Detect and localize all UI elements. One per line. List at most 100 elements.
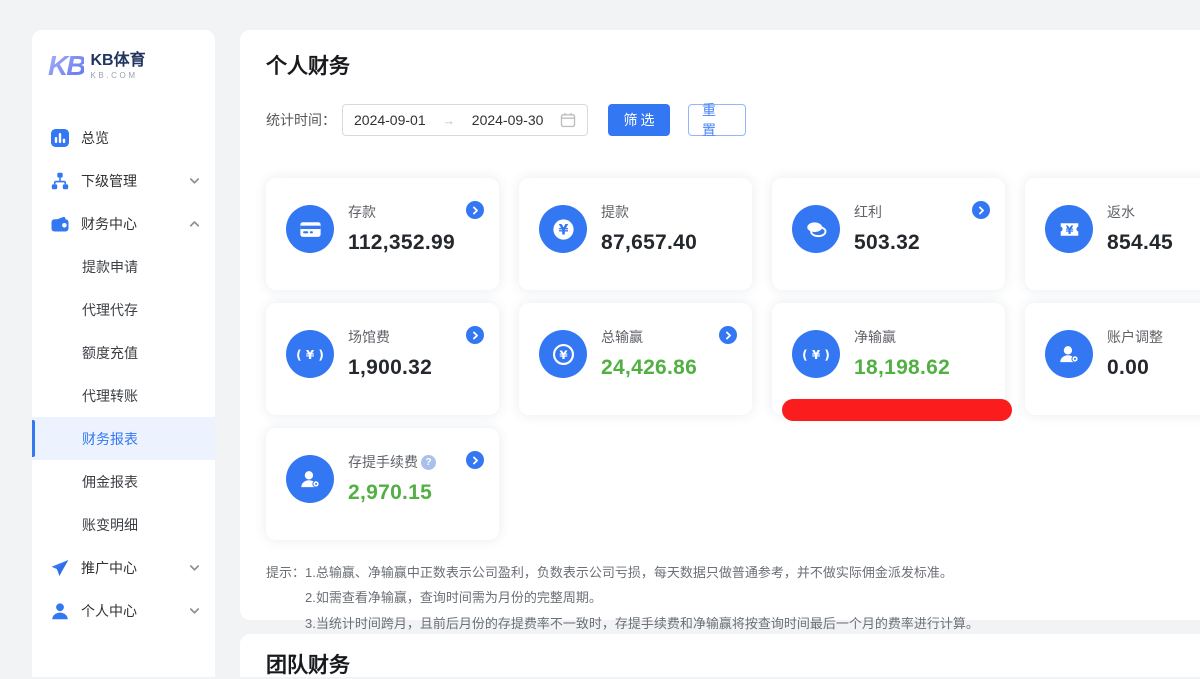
sidebar: KB KB体育 KB.COM 总览下级管理财务中心提款申请代理代存额度充值代理转… — [32, 30, 215, 677]
card-body: 红利503.32 — [854, 199, 920, 290]
sidebar-item-label: 额度充值 — [82, 343, 138, 363]
tip-line-1: 2.如需查看净输赢，查询时间需为月份的完整周期。 — [305, 585, 979, 610]
personal-finance-panel: 个人财务 统计时间： 2024-09-01 → 2024-09-30 筛选 重置… — [240, 30, 1200, 620]
card-arrow-icon[interactable] — [972, 201, 990, 219]
sidebar-item-label: 账变明细 — [82, 515, 138, 535]
finance-card-3[interactable]: ¥ 返水854.45 — [1025, 178, 1200, 290]
bank-card-icon — [286, 205, 334, 253]
finance-card-8[interactable]: 存提手续费? 2,970.15 — [266, 428, 499, 540]
card-label: 场馆费 — [348, 327, 390, 347]
finance-cards-grid: 存款112,352.99 ¥ 提款87,657.40 红利503.32 ¥ 返水854.4… — [266, 178, 1200, 540]
date-range-picker[interactable]: 2024-09-01 → 2024-09-30 — [342, 104, 588, 136]
sidebar-item-1[interactable]: 下级管理 — [32, 159, 215, 202]
filter-button[interactable]: 筛选 — [608, 104, 670, 136]
sidebar-item-10[interactable]: 推广中心 — [32, 546, 215, 589]
sidebar-item-7[interactable]: 财务报表 — [32, 417, 215, 460]
tips-lines: 1.总输赢、净输赢中正数表示公司盈利，负数表示公司亏损，每天数据只做普通参考，并… — [305, 560, 979, 636]
card-arrow-icon[interactable] — [466, 326, 484, 344]
sidebar-item-label: 个人中心 — [81, 601, 137, 621]
tips-block: 提示： 1.总输赢、净输赢中正数表示公司盈利，负数表示公司亏损，每天数据只做普通… — [266, 560, 1200, 636]
sidebar-item-3[interactable]: 提款申请 — [32, 245, 215, 288]
sidebar-item-9[interactable]: 账变明细 — [32, 503, 215, 546]
card-value: 854.45 — [1107, 231, 1173, 255]
tip-line-2: 3.当统计时间跨月，且前后月份的存提费率不一致时，存提手续费和净输赢将按查询时间… — [305, 611, 979, 636]
sidebar-item-label: 下级管理 — [81, 171, 137, 191]
card-label: 总输赢 — [601, 327, 643, 347]
card-body: 提款87,657.40 — [601, 199, 697, 290]
card-value: 24,426.86 — [601, 356, 697, 380]
finance-card-2[interactable]: 红利503.32 — [772, 178, 1005, 290]
chevron-down-icon — [189, 605, 200, 616]
finance-card-0[interactable]: 存款112,352.99 — [266, 178, 499, 290]
yen-ring-icon: ¥ — [539, 330, 587, 378]
start-date-value[interactable]: 2024-09-01 — [354, 112, 426, 128]
chevron-down-icon — [189, 175, 200, 186]
card-body: 存提手续费? 2,970.15 — [348, 449, 436, 540]
card-label: 账户调整 — [1107, 327, 1163, 347]
sidebar-item-4[interactable]: 代理代存 — [32, 288, 215, 331]
help-icon[interactable]: ? — [421, 455, 436, 470]
card-body: 场馆费 1,900.32 — [348, 324, 432, 415]
card-value: 0.00 — [1107, 356, 1163, 380]
card-value: 112,352.99 — [348, 231, 455, 255]
coins-icon — [792, 205, 840, 253]
team-finance-title: 团队财务 — [266, 649, 1200, 679]
card-body: 账户调整 0.00 — [1107, 324, 1163, 415]
card-label: 红利 — [854, 202, 882, 222]
sidebar-menu: 总览下级管理财务中心提款申请代理代存额度充值代理转账财务报表佣金报表账变明细推广… — [32, 116, 215, 632]
calendar-icon — [560, 112, 576, 128]
user-gear-icon — [1045, 330, 1093, 378]
card-label: 存提手续费 — [348, 452, 418, 472]
svg-text:¥: ¥ — [1065, 223, 1073, 236]
card-arrow-icon[interactable] — [466, 201, 484, 219]
logo-title: KB体育 — [90, 52, 145, 70]
tips-prefix: 提示： — [266, 560, 305, 636]
sidebar-item-label: 代理转账 — [82, 386, 138, 406]
sidebar-item-label: 推广中心 — [81, 558, 137, 578]
finance-card-1[interactable]: ¥ 提款87,657.40 — [519, 178, 752, 290]
sidebar-item-label: 代理代存 — [82, 300, 138, 320]
logo-text: KB体育 KB.COM — [90, 52, 145, 81]
yen-paren-icon: ( ¥ ) — [286, 330, 334, 378]
finance-card-7[interactable]: 账户调整 0.00 — [1025, 303, 1200, 415]
chevron-down-icon — [189, 562, 200, 573]
ticket-icon: ¥ — [1045, 205, 1093, 253]
wallet-icon — [50, 214, 70, 234]
svg-text:( ¥ ): ( ¥ ) — [296, 347, 324, 361]
svg-text:¥: ¥ — [559, 348, 568, 362]
date-filter-label: 统计时间： — [266, 110, 336, 130]
logo-mark-icon: KB — [48, 50, 84, 82]
finance-card-6[interactable]: ( ¥ ) 净输赢 18,198.62 — [772, 303, 1005, 415]
card-value: 18,198.62 — [854, 356, 950, 380]
sidebar-item-2[interactable]: 财务中心 — [32, 202, 215, 245]
user-icon — [50, 601, 70, 621]
sidebar-item-11[interactable]: 个人中心 — [32, 589, 215, 632]
chevron-up-icon — [189, 218, 200, 229]
reset-button[interactable]: 重置 — [688, 104, 746, 136]
sidebar-item-8[interactable]: 佣金报表 — [32, 460, 215, 503]
finance-card-4[interactable]: ( ¥ ) 场馆费 1,900.32 — [266, 303, 499, 415]
sidebar-item-label: 总览 — [81, 128, 109, 148]
card-label: 提款 — [601, 202, 629, 222]
app-logo[interactable]: KB KB体育 KB.COM — [32, 30, 215, 82]
card-arrow-icon[interactable] — [719, 326, 737, 344]
range-arrow-icon: → — [442, 113, 455, 128]
card-value: 2,970.15 — [348, 481, 436, 505]
sidebar-item-label: 财务报表 — [82, 429, 138, 449]
end-date-value[interactable]: 2024-09-30 — [472, 112, 544, 128]
team-finance-panel: 团队财务 — [240, 634, 1200, 677]
card-arrow-icon[interactable] — [466, 451, 484, 469]
sidebar-item-6[interactable]: 代理转账 — [32, 374, 215, 417]
svg-text:( ¥ ): ( ¥ ) — [802, 347, 830, 361]
overview-icon — [50, 128, 70, 148]
card-label: 净输赢 — [854, 327, 896, 347]
page-title: 个人财务 — [266, 50, 1200, 80]
card-body: 返水854.45 — [1107, 199, 1173, 290]
svg-text:¥: ¥ — [558, 222, 568, 238]
sidebar-item-5[interactable]: 额度充值 — [32, 331, 215, 374]
sidebar-item-0[interactable]: 总览 — [32, 116, 215, 159]
card-value: 1,900.32 — [348, 356, 432, 380]
user-gear-icon — [286, 455, 334, 503]
card-body: 总输赢 24,426.86 — [601, 324, 697, 415]
finance-card-5[interactable]: ¥ 总输赢 24,426.86 — [519, 303, 752, 415]
